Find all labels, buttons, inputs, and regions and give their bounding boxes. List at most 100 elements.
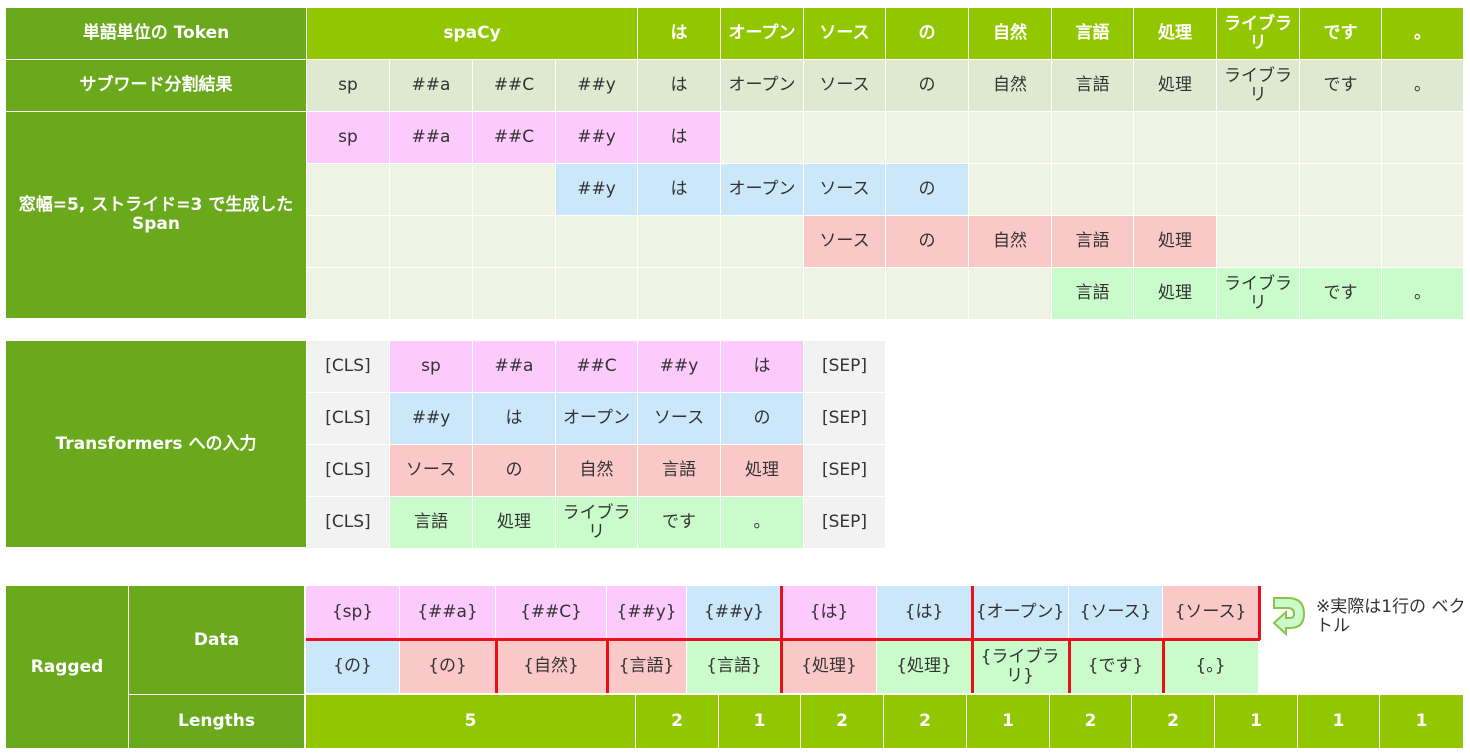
ragged-data-cell: {ソース} [1069, 586, 1162, 639]
input-token-cell: ##y [638, 341, 720, 392]
span-token-cell: 言語 [1052, 268, 1133, 319]
span-empty-cell [638, 216, 720, 267]
input-token-cell: オープン [556, 393, 637, 444]
input-token-cell: ライブラリ [556, 497, 637, 548]
group-boundary-line [306, 638, 1260, 641]
span-token-cell: の [886, 164, 968, 215]
subword-label-cell: サブワード分割結果 [6, 60, 306, 111]
length-cell: 1 [1380, 695, 1463, 748]
span-token-cell: の [886, 216, 968, 267]
ragged-data-cell: {ライブラリ} [972, 640, 1068, 693]
header-token-cell: 自然 [969, 8, 1051, 59]
subword-cell: sp [307, 60, 389, 111]
span-token-cell: ##y [556, 112, 637, 163]
input-token-cell: ##y [390, 393, 472, 444]
span-empty-cell [473, 164, 555, 215]
span-empty-cell [1300, 216, 1381, 267]
ragged-data-cell: {は} [877, 586, 971, 639]
group-boundary-line [971, 638, 974, 693]
span-empty-cell [969, 112, 1051, 163]
subword-cell: ##y [556, 60, 637, 111]
ragged-data-cell: {です} [1069, 640, 1162, 693]
span-label-cell: 窓幅=5, ストライド=3 で生成した Span [6, 112, 306, 318]
span-empty-cell [969, 268, 1051, 319]
group-boundary-line [780, 638, 783, 693]
span-token-cell: ##a [390, 112, 472, 163]
group-boundary-line [606, 638, 609, 693]
length-cell: 2 [1132, 695, 1214, 748]
subword-cell: ##C [473, 60, 555, 111]
cls-token-cell: [CLS] [307, 497, 389, 548]
subword-cell: です [1300, 60, 1381, 111]
span-token-cell: 。 [1382, 268, 1463, 319]
span-empty-cell [307, 216, 389, 267]
span-empty-cell [556, 216, 637, 267]
u-turn-arrow-icon [1272, 597, 1306, 637]
input-token-cell: 処理 [721, 445, 803, 496]
cls-token-cell: [CLS] [307, 393, 389, 444]
transformers-label-cell: Transformers への入力 [6, 341, 306, 547]
span-empty-cell [721, 216, 803, 267]
length-cell: 2 [636, 695, 718, 748]
subword-cell: オープン [721, 60, 803, 111]
length-cell: 2 [884, 695, 966, 748]
span-empty-cell [721, 268, 803, 319]
span-empty-cell [1217, 164, 1299, 215]
input-token-cell: です [638, 497, 720, 548]
span-token-cell: は [638, 164, 720, 215]
group-boundary-line [780, 586, 783, 640]
input-token-cell: の [721, 393, 803, 444]
input-token-cell: は [473, 393, 555, 444]
input-token-cell: ##a [473, 341, 555, 392]
header-token-cell: 処理 [1134, 8, 1216, 59]
span-empty-cell [1382, 164, 1463, 215]
span-empty-cell [390, 216, 472, 267]
subword-cell: の [886, 60, 968, 111]
span-empty-cell [1300, 164, 1381, 215]
input-token-cell: 自然 [556, 445, 637, 496]
span-empty-cell [1217, 216, 1299, 267]
header-token-cell: です [1300, 8, 1381, 59]
span-empty-cell [638, 268, 720, 319]
group-boundary-line [495, 638, 498, 693]
span-token-cell: ##C [473, 112, 555, 163]
header-token-cell: 。 [1382, 8, 1463, 59]
span-token-cell: ソース [804, 216, 885, 267]
span-empty-cell [390, 268, 472, 319]
span-token-cell: オープン [721, 164, 803, 215]
span-empty-cell [1382, 216, 1463, 267]
ragged-data-cell: {オープン} [972, 586, 1068, 639]
subword-cell: 自然 [969, 60, 1051, 111]
sep-token-cell: [SEP] [804, 341, 885, 392]
input-token-cell: ##C [556, 341, 637, 392]
header-label-cell: 単語単位の Token [6, 8, 306, 59]
span-empty-cell [473, 216, 555, 267]
input-token-cell: ソース [638, 393, 720, 444]
ragged-label-cell: Ragged [6, 586, 128, 748]
span-empty-cell [1300, 112, 1381, 163]
span-token-cell: 言語 [1052, 216, 1133, 267]
subword-cell: ライブラリ [1217, 60, 1299, 111]
ragged-data-cell: {##C} [496, 586, 606, 639]
span-empty-cell [886, 268, 968, 319]
group-boundary-line [971, 586, 974, 640]
header-token-cell: オープン [721, 8, 803, 59]
header-token-cell: 言語 [1052, 8, 1133, 59]
ragged-data-cell: {##a} [400, 586, 495, 639]
span-token-cell: 処理 [1134, 268, 1216, 319]
subword-cell: 処理 [1134, 60, 1216, 111]
header-token-cell: ライブラリ [1217, 8, 1299, 59]
cls-token-cell: [CLS] [307, 341, 389, 392]
span-token-cell: 処理 [1134, 216, 1216, 267]
ragged-data-cell: {言語} [687, 640, 781, 693]
group-boundary-line [1258, 586, 1261, 640]
span-empty-cell [1134, 112, 1216, 163]
note-text: ※実際は1行の ベクトル [1316, 597, 1466, 636]
span-token-cell: ソース [804, 164, 885, 215]
span-empty-cell [886, 112, 968, 163]
span-empty-cell [556, 268, 637, 319]
length-cell: 1 [719, 695, 800, 748]
ragged-data-cell: {。} [1163, 640, 1258, 693]
span-empty-cell [969, 164, 1051, 215]
input-token-cell: 。 [721, 497, 803, 548]
